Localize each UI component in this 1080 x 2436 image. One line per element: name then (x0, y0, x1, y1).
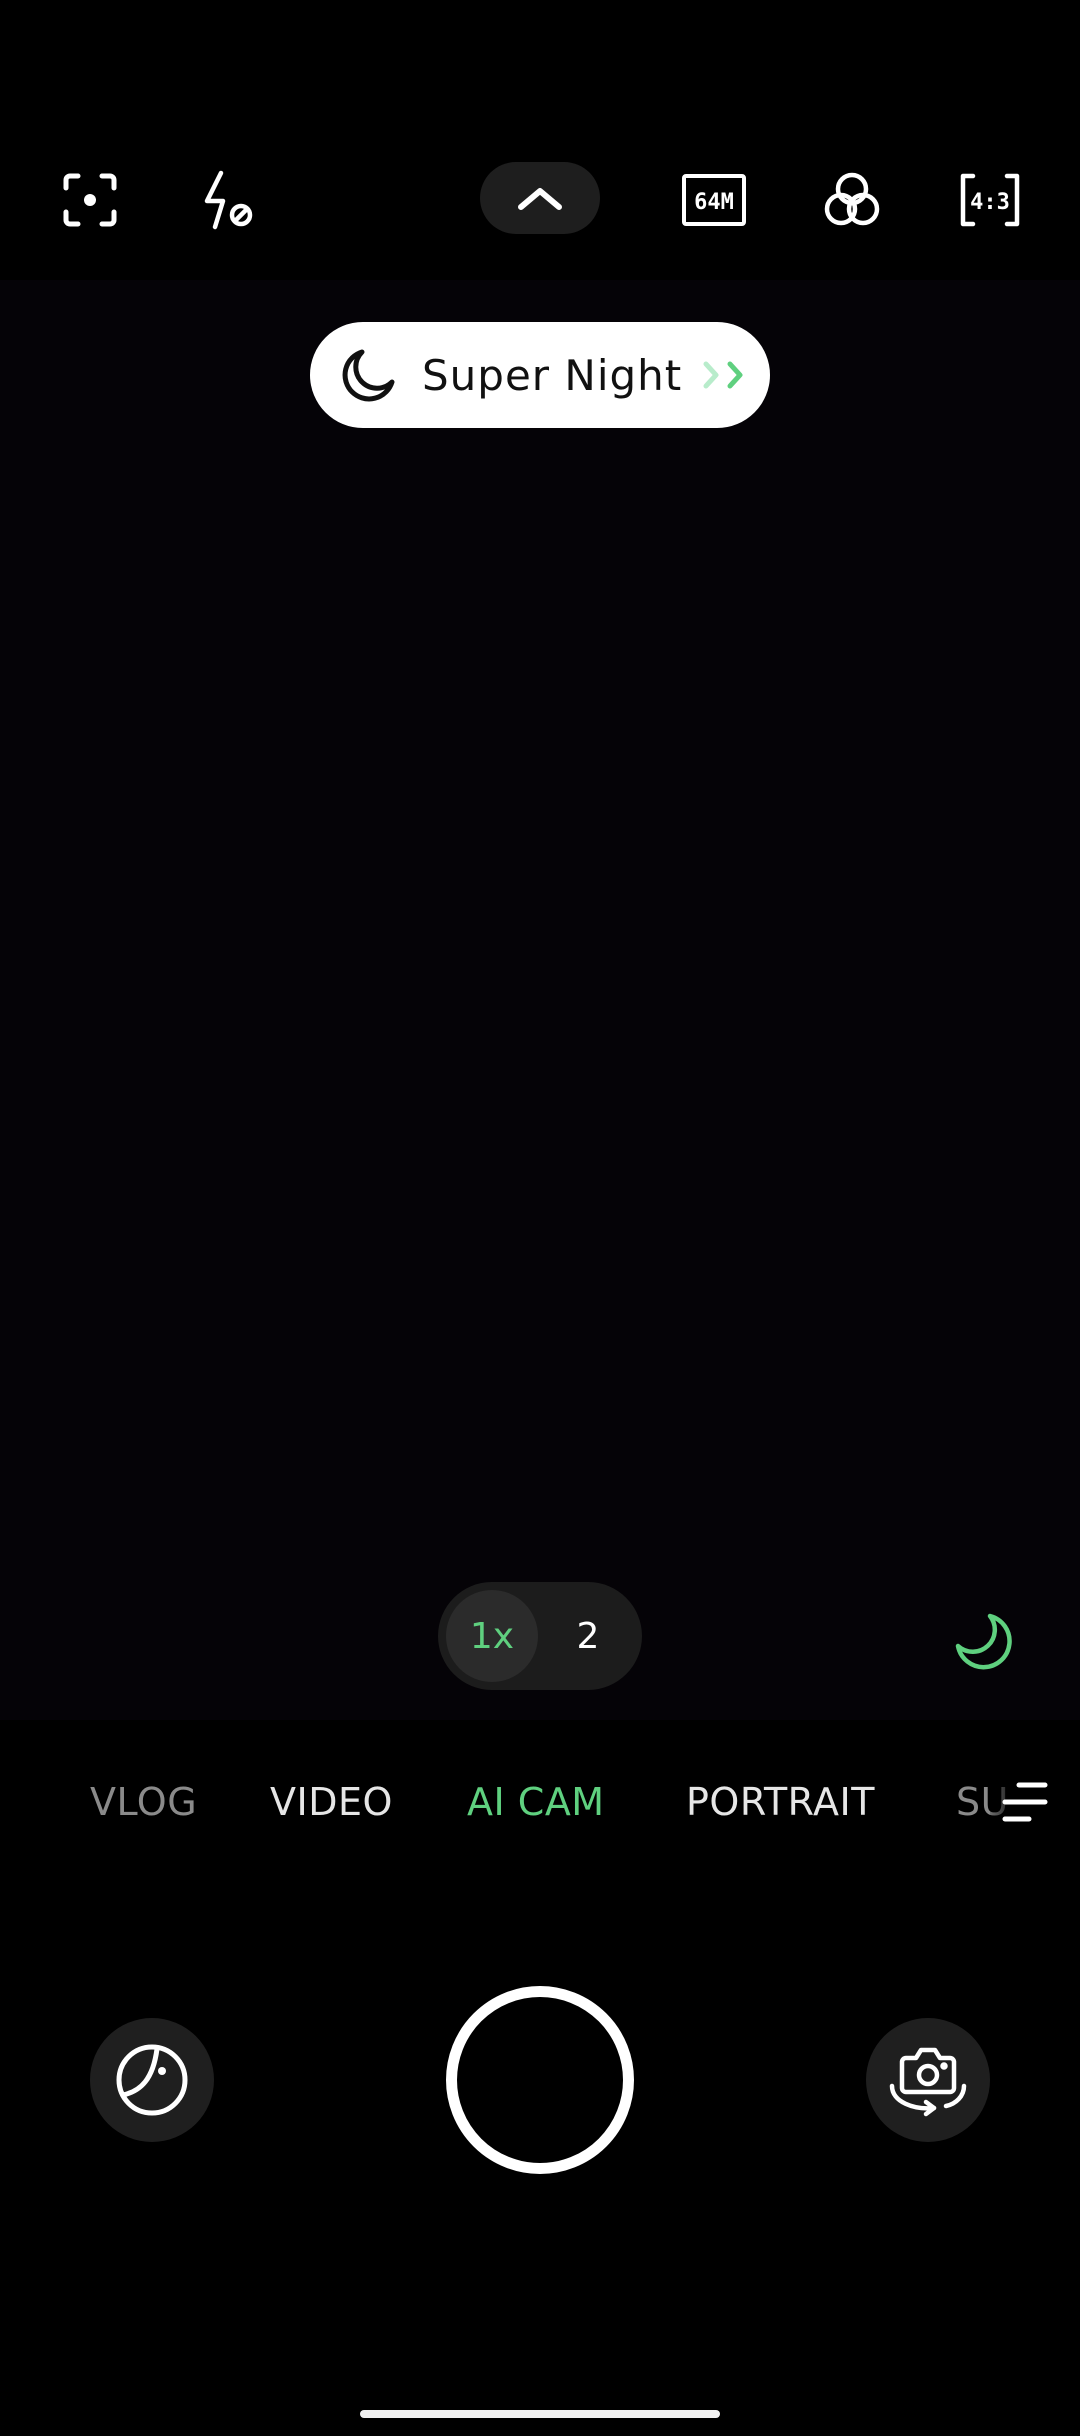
mode-ai-cam[interactable]: AI CAM (467, 1780, 605, 1824)
gallery-icon (116, 2044, 188, 2116)
resolution-64m-icon: 64M (682, 174, 746, 226)
mode-video[interactable]: VIDEO (270, 1780, 393, 1824)
focus-icon (63, 173, 117, 227)
viewfinder[interactable] (0, 280, 1080, 1720)
super-night-label: Super Night (422, 350, 683, 400)
focus-button[interactable] (50, 160, 130, 240)
collapse-toolbar-button[interactable] (480, 162, 600, 234)
mode-vlog[interactable]: VLOG (90, 1780, 197, 1824)
switch-camera-icon (889, 2047, 967, 2117)
zoom-1x-button[interactable]: 1x (446, 1590, 538, 1682)
night-mode-indicator[interactable] (950, 1608, 1030, 1678)
aspect-ratio-label: 4:3 (970, 190, 1010, 215)
aspect-ratio-button[interactable]: 4:3 (950, 160, 1030, 240)
chevron-right-icon (700, 358, 756, 392)
moon-icon (342, 349, 395, 402)
filter-icon (824, 172, 880, 226)
switch-camera-button[interactable] (866, 2018, 990, 2142)
flash-button[interactable] (188, 160, 268, 240)
menu-icon (1002, 1782, 1048, 1822)
chevron-up-icon (518, 188, 562, 210)
resolution-button[interactable]: 64M (674, 160, 754, 240)
resolution-label: 64M (694, 190, 734, 215)
mode-portrait[interactable]: PORTRAIT (686, 1780, 875, 1824)
moon-icon (955, 1613, 1012, 1670)
shutter-button[interactable] (446, 1986, 634, 2174)
flash-off-icon (204, 170, 253, 230)
zoom-selector: 1x 2 (438, 1582, 642, 1690)
aspect-ratio-icon: 4:3 (960, 173, 1020, 227)
mode-selector[interactable]: VLOG VIDEO AI CAM PORTRAIT SU (0, 1770, 1080, 1840)
zoom-2x-button[interactable]: 2 (542, 1590, 634, 1682)
camera-app: 64M 4:3 Super Night 1x 2 VLOG VIDEO AI C… (0, 0, 1080, 2436)
gallery-button[interactable] (90, 2018, 214, 2142)
home-indicator[interactable] (360, 2410, 720, 2418)
more-modes-button[interactable] (990, 1772, 1060, 1832)
super-night-mode-pill[interactable]: Super Night (310, 322, 770, 428)
filter-button[interactable] (812, 160, 892, 240)
